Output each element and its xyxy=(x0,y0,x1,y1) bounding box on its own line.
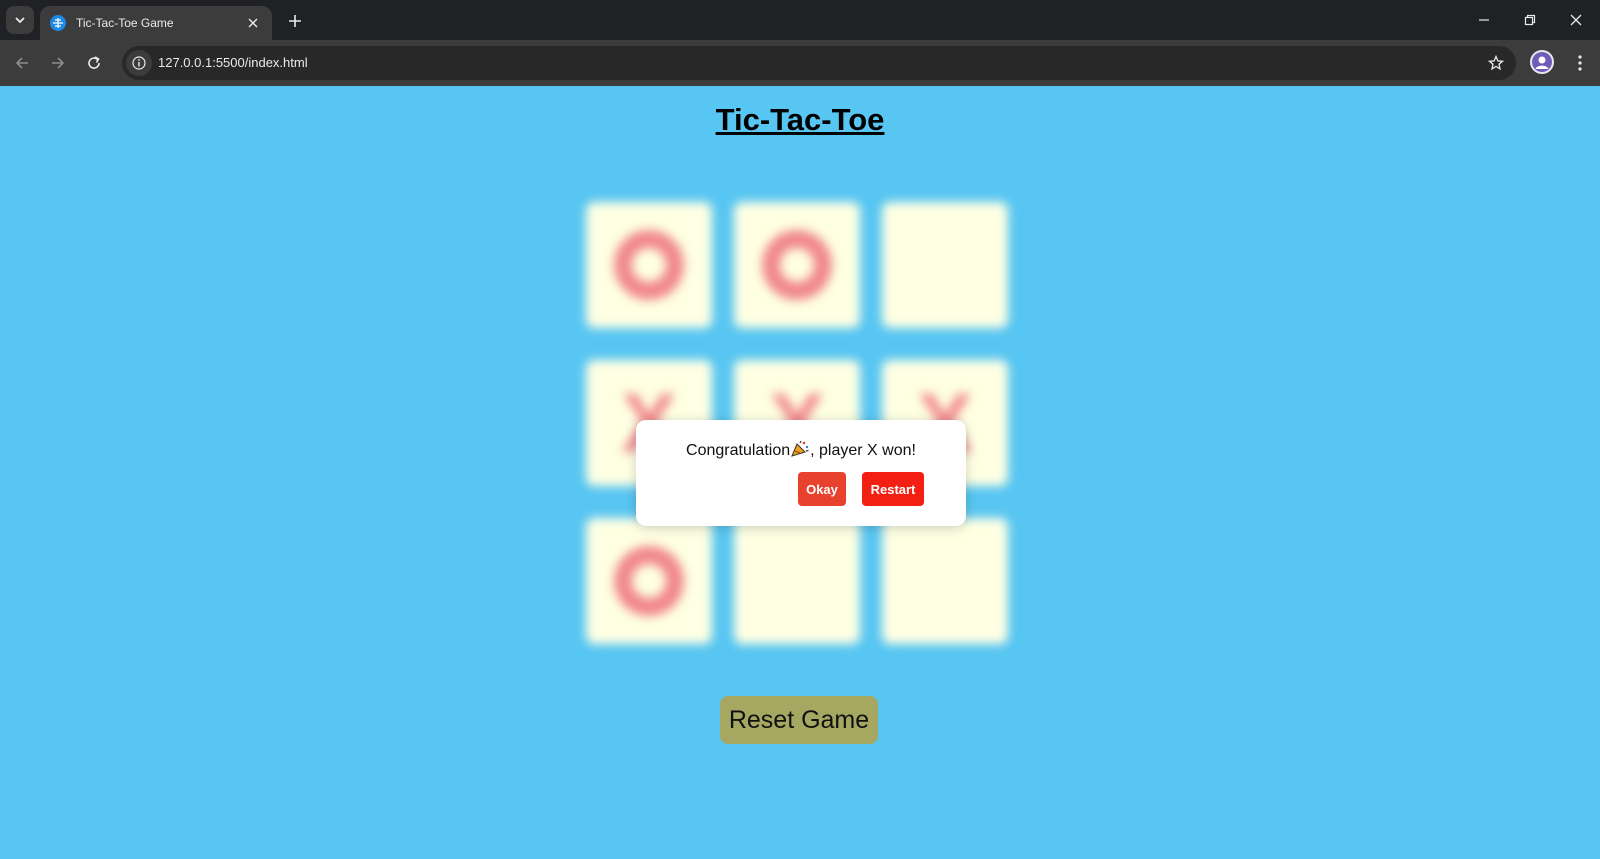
chevron-down-icon xyxy=(15,17,25,24)
reload-button[interactable] xyxy=(80,49,108,77)
browser-toolbar: 127.0.0.1:5500/index.html xyxy=(0,40,1600,86)
restore-button[interactable] xyxy=(1512,6,1548,34)
o-mark xyxy=(614,546,684,616)
tab-search-button[interactable] xyxy=(6,6,34,34)
page-content: Tic-Tac-Toe X X X Reset Game Congratulat… xyxy=(0,86,1600,859)
browser-tabbar: Tic-Tac-Toe Game xyxy=(0,0,1600,40)
browser-menu-button[interactable] xyxy=(1566,49,1594,77)
tab-title: Tic-Tac-Toe Game xyxy=(76,16,174,30)
minimize-icon xyxy=(1479,19,1489,21)
restart-button[interactable]: Restart xyxy=(862,472,924,506)
bookmark-star-icon[interactable] xyxy=(1484,51,1508,75)
more-vertical-icon xyxy=(1578,55,1582,71)
reset-game-button[interactable]: Reset Game xyxy=(720,696,878,744)
win-message: Congratulation , player X won! xyxy=(636,440,966,460)
game-board: X X X xyxy=(586,202,1016,644)
close-window-button[interactable] xyxy=(1558,6,1594,34)
browser-tab[interactable]: Tic-Tac-Toe Game xyxy=(40,6,272,40)
win-message-start: Congratulation xyxy=(686,442,791,459)
page-title: Tic-Tac-Toe xyxy=(715,102,885,137)
board-cell[interactable] xyxy=(586,518,712,644)
forward-button[interactable] xyxy=(44,49,72,77)
user-avatar-icon xyxy=(1532,52,1552,72)
restore-icon xyxy=(1524,14,1536,26)
board-cell[interactable] xyxy=(734,518,860,644)
okay-button[interactable]: Okay xyxy=(798,472,846,506)
win-message-end: , player X won! xyxy=(810,442,916,459)
board-cell[interactable] xyxy=(586,202,712,328)
profile-avatar[interactable] xyxy=(1530,50,1554,74)
globe-favicon-icon xyxy=(50,15,66,31)
board-cell[interactable] xyxy=(734,202,860,328)
arrow-right-icon xyxy=(52,57,65,69)
address-bar[interactable]: 127.0.0.1:5500/index.html xyxy=(122,46,1516,80)
site-info-icon[interactable] xyxy=(126,50,152,76)
o-mark xyxy=(614,230,684,300)
reload-icon xyxy=(88,56,100,69)
arrow-left-icon xyxy=(15,57,28,69)
close-tab-icon[interactable] xyxy=(244,14,262,32)
url-text[interactable]: 127.0.0.1:5500/index.html xyxy=(158,55,308,70)
plus-icon xyxy=(289,15,301,27)
minimize-button[interactable] xyxy=(1466,6,1502,34)
board-cell[interactable] xyxy=(882,518,1008,644)
back-button[interactable] xyxy=(8,49,36,77)
board-cell[interactable] xyxy=(882,202,1008,328)
new-tab-button[interactable] xyxy=(282,8,308,34)
close-icon xyxy=(1570,14,1582,26)
win-dialog: Congratulation , player X won! Okay Resta… xyxy=(636,420,966,526)
o-mark xyxy=(762,230,832,300)
party-popper-icon xyxy=(791,440,809,457)
